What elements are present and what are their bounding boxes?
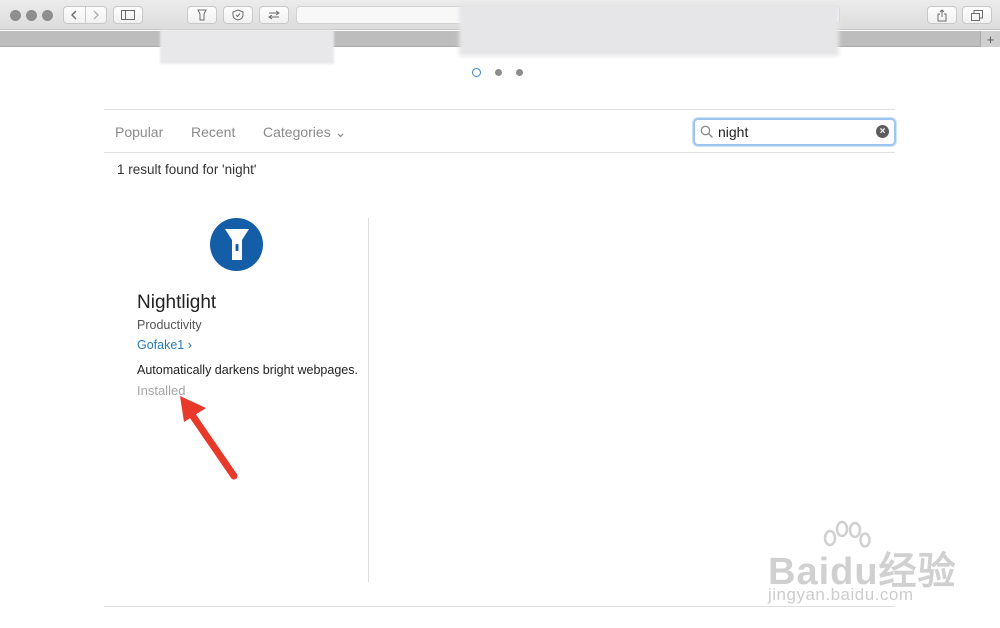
annotation-arrow-icon bbox=[180, 396, 238, 480]
share-icon[interactable] bbox=[927, 6, 957, 24]
search-icon bbox=[700, 125, 713, 138]
tab-recent[interactable]: Recent bbox=[191, 124, 235, 140]
tabs-overview-icon[interactable] bbox=[962, 6, 992, 24]
flashlight-icon[interactable] bbox=[210, 218, 263, 271]
watermark-url: jingyan.baidu.com bbox=[768, 585, 914, 604]
new-tab-icon[interactable]: + bbox=[980, 31, 1000, 47]
shield-extension-icon[interactable] bbox=[223, 6, 253, 24]
back-forward-group bbox=[63, 6, 107, 24]
divider bbox=[368, 218, 369, 582]
zoom-window-button[interactable] bbox=[42, 10, 53, 21]
page-dot-3[interactable] bbox=[516, 69, 523, 76]
close-window-button[interactable] bbox=[10, 10, 21, 21]
clear-search-icon[interactable]: × bbox=[876, 125, 889, 138]
blurred-region bbox=[459, 4, 839, 56]
blurred-region bbox=[160, 30, 334, 64]
extension-description: Automatically darkens bright webpages. bbox=[137, 363, 358, 377]
divider bbox=[104, 152, 895, 153]
minimize-window-button[interactable] bbox=[26, 10, 37, 21]
tab-categories[interactable]: Categories ⌄ bbox=[263, 124, 346, 141]
result-count: 1 result found for 'night' bbox=[117, 162, 257, 177]
divider bbox=[104, 606, 895, 607]
search-input[interactable] bbox=[718, 123, 868, 141]
sidebar-icon[interactable] bbox=[113, 6, 143, 24]
extension-name[interactable]: Nightlight bbox=[137, 292, 216, 314]
page-dot-2[interactable] bbox=[495, 69, 502, 76]
search-box: × bbox=[693, 118, 896, 146]
back-icon[interactable] bbox=[64, 7, 86, 23]
tab-popular[interactable]: Popular bbox=[115, 124, 163, 140]
forward-icon[interactable] bbox=[86, 7, 107, 23]
page-dot-1[interactable] bbox=[472, 68, 481, 77]
flashlight-extension-icon[interactable] bbox=[187, 6, 217, 24]
swap-extension-icon[interactable] bbox=[259, 6, 289, 24]
page-indicator bbox=[472, 68, 523, 77]
divider bbox=[104, 109, 895, 110]
extension-category: Productivity bbox=[137, 318, 202, 332]
developer-link[interactable]: Gofake1 › bbox=[137, 338, 192, 352]
